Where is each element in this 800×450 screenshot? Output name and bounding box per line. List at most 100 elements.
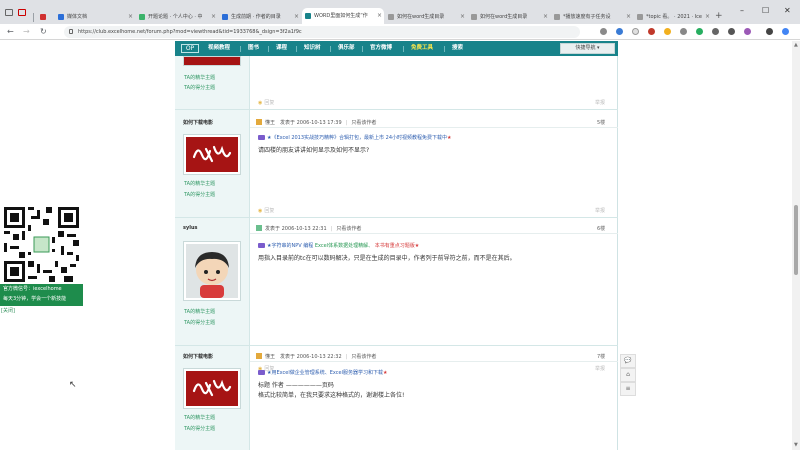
- collections-icon[interactable]: [728, 28, 735, 35]
- minimize-icon[interactable]: –: [740, 6, 744, 16]
- tab-video[interactable]: [37, 10, 53, 24]
- refresh-icon[interactable]: ↻: [40, 27, 47, 37]
- ad-text[interactable]: ★《Excel 2013实战技巧精粹》合辑打包，最新上市 24小时视频教程免费下…: [267, 135, 447, 141]
- post-author-name[interactable]: sylus: [183, 225, 198, 231]
- link-digest-topics[interactable]: TA的精华主题: [184, 308, 215, 315]
- nav-separator: [403, 46, 404, 52]
- close-tab-icon[interactable]: ×: [705, 10, 710, 24]
- close-tab-icon[interactable]: ×: [377, 8, 382, 24]
- ad-text[interactable]: ★用Excel做企业管理系统、Excel服务器学习和下载: [267, 370, 383, 376]
- ad-banner-line[interactable]: ★用Excel做企业管理系统、Excel服务器学习和下载★: [258, 369, 387, 376]
- quick-nav-button[interactable]: 快捷导航 ▾: [560, 43, 615, 54]
- tab-playback[interactable]: *播放速度有子任务设 ×: [551, 10, 633, 24]
- ad-banner-line[interactable]: ★字符串的NPV 编程 Excel体系数据处理精解、 本书有重点习题版★: [258, 242, 419, 249]
- reply-label: 回复: [264, 100, 275, 106]
- tab-topic-2021[interactable]: *topic 看。 · 2021 · Ice ×: [634, 10, 712, 24]
- only-author-link[interactable]: 只看该作者: [336, 226, 361, 232]
- extension-icon[interactable]: [696, 28, 703, 35]
- post-author-name[interactable]: 如何下载电影: [183, 353, 213, 360]
- back-icon[interactable]: ←: [7, 27, 14, 37]
- post-user[interactable]: 懂王: [265, 120, 275, 126]
- settings-more-icon[interactable]: [766, 28, 773, 35]
- tab-topic[interactable]: 开题论题 · 个人中心 · 中 ×: [136, 10, 218, 24]
- link-score-topics[interactable]: TA的得分主题: [184, 425, 215, 432]
- tab-word-toc-1[interactable]: 如何在word生成目录 ×: [385, 10, 467, 24]
- reply-link[interactable]: ◉ 回复: [258, 99, 274, 106]
- extension-icon[interactable]: [664, 28, 671, 35]
- tab-generate[interactable]: 生成前期 · 作者的目录 ×: [219, 10, 301, 24]
- nav-knowledge-tree[interactable]: 知识树: [304, 41, 321, 56]
- reply-label: 回复: [264, 208, 275, 214]
- site-logo[interactable]: OP: [181, 44, 199, 53]
- post-user[interactable]: 懂王: [265, 354, 275, 360]
- close-tab-icon[interactable]: ×: [211, 10, 216, 24]
- nav-books[interactable]: 图书: [248, 41, 259, 56]
- report-link[interactable]: 举报: [595, 365, 605, 372]
- only-author-link[interactable]: 只看该作者: [351, 354, 376, 360]
- only-author-link[interactable]: 只看该作者: [351, 120, 376, 126]
- forward-icon[interactable]: →: [23, 27, 30, 37]
- favorites-icon[interactable]: [712, 28, 719, 35]
- ad-star: ★: [382, 370, 388, 376]
- ad-text[interactable]: Excel体系数据处理精解、: [315, 243, 373, 249]
- link-digest-topics[interactable]: TA的精华主题: [184, 180, 215, 187]
- close-window-icon[interactable]: ✕: [784, 6, 791, 16]
- close-tab-icon[interactable]: ×: [543, 10, 548, 24]
- tab-label: 开题论题 · 个人中心 · 中: [148, 14, 203, 20]
- link-digest-topics[interactable]: TA的精华主题: [184, 414, 215, 421]
- edge-sidebar-icon[interactable]: [782, 28, 789, 35]
- scrollbar-thumb[interactable]: [794, 205, 798, 275]
- extension-icon[interactable]: [632, 28, 639, 35]
- list-tool-icon[interactable]: ≡: [620, 382, 636, 396]
- post-author-name[interactable]: 如何下载电影: [183, 119, 213, 126]
- ad-banner-line[interactable]: ★《Excel 2013实战技巧精粹》合辑打包，最新上市 24小时视频教程免费下…: [258, 134, 451, 141]
- close-tab-icon[interactable]: ×: [626, 10, 631, 24]
- tab-active-excelhome[interactable]: WORD里面如何生成“作 ×: [302, 8, 384, 24]
- report-link[interactable]: 举报: [595, 207, 605, 214]
- nav-free-tools[interactable]: 免费工具: [411, 41, 433, 56]
- wechat-promo-banner[interactable]: 官方微信号：iexcelhome 每天3分钟，学会一个新技能: [0, 284, 83, 306]
- avatar[interactable]: [183, 241, 241, 301]
- ad-text[interactable]: ★字符串的NPV 编程: [267, 243, 313, 249]
- extension-icon[interactable]: [648, 28, 655, 35]
- scroll-down-icon[interactable]: ▼: [794, 443, 798, 448]
- nav-search[interactable]: 搜索: [452, 41, 463, 56]
- maximize-icon[interactable]: ☐: [762, 6, 769, 16]
- profile-icon[interactable]: [744, 28, 751, 35]
- window-menu-icon[interactable]: [5, 9, 13, 16]
- scroll-up-icon[interactable]: ▲: [794, 43, 798, 48]
- extension-icon[interactable]: [600, 28, 607, 35]
- home-tool-icon[interactable]: ⌂: [620, 368, 636, 382]
- site-icon: [222, 14, 228, 20]
- nav-weibo[interactable]: 官方微博: [370, 41, 392, 56]
- collections-icon[interactable]: [18, 9, 26, 16]
- floor-number[interactable]: 6楼: [597, 225, 605, 232]
- reply-link[interactable]: ◉ 回复: [258, 207, 274, 214]
- ad-text[interactable]: 本书有重点习题版: [375, 243, 415, 249]
- qr-close-link[interactable]: [关闭]: [1, 307, 15, 314]
- avatar[interactable]: [183, 368, 241, 409]
- nav-club[interactable]: 俱乐部: [338, 41, 355, 56]
- ad-star: ★: [414, 243, 420, 249]
- tab-label: 如何在word生成目录: [397, 14, 445, 20]
- link-top-digest[interactable]: TA的精华主题: [184, 74, 215, 81]
- close-tab-icon[interactable]: ×: [294, 10, 299, 24]
- close-tab-icon[interactable]: ×: [460, 10, 465, 24]
- new-tab-icon[interactable]: +: [715, 11, 723, 21]
- link-top-score[interactable]: TA的得分主题: [184, 84, 215, 91]
- tab-doc[interactable]: 媒体文档 ×: [55, 10, 135, 24]
- floor-number[interactable]: 5楼: [597, 119, 605, 126]
- link-score-topics[interactable]: TA的得分主题: [184, 191, 215, 198]
- nav-courses[interactable]: 课程: [276, 41, 287, 56]
- comment-tool-icon[interactable]: 💬: [620, 354, 636, 368]
- url-field[interactable]: https://club.excelhome.net/forum.php?mod…: [64, 26, 580, 38]
- tab-word-toc-2[interactable]: 如何在word生成目录 ×: [468, 10, 550, 24]
- extension-icon[interactable]: [680, 28, 687, 35]
- extension-icon[interactable]: [616, 28, 623, 35]
- avatar[interactable]: [183, 134, 241, 175]
- link-score-topics[interactable]: TA的得分主题: [184, 319, 215, 326]
- report-link[interactable]: 举报: [595, 99, 605, 106]
- nav-video-course[interactable]: 视频教程: [208, 41, 230, 56]
- close-tab-icon[interactable]: ×: [128, 10, 133, 24]
- floor-number[interactable]: 7楼: [597, 353, 605, 360]
